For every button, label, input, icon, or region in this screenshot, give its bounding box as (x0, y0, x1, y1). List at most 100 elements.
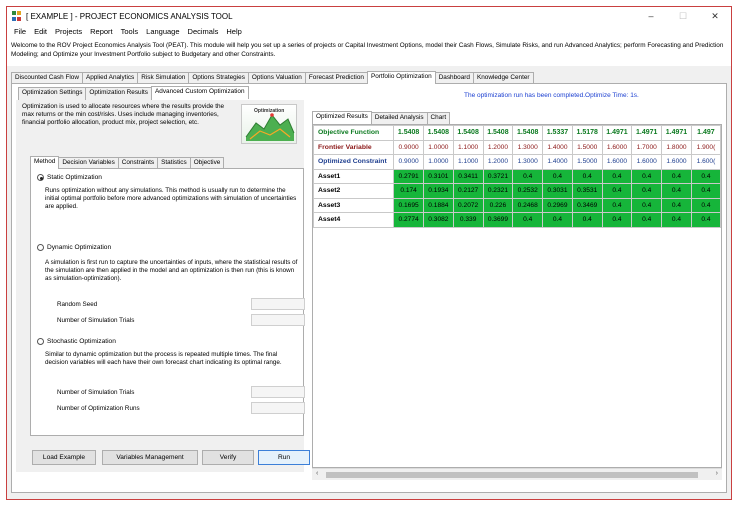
table-cell[interactable]: 1.0000 (422, 139, 454, 155)
table-cell[interactable]: 0.2774 (393, 212, 424, 228)
maximize-icon[interactable]: ☐ (667, 7, 699, 25)
menu-projects[interactable]: Projects (51, 27, 86, 36)
scrollbar-thumb[interactable] (326, 472, 698, 478)
table-cell[interactable]: 0.174 (393, 183, 424, 199)
table-cell[interactable]: 0.2532 (512, 183, 544, 199)
table-cell[interactable]: 1.3000 (512, 154, 544, 170)
table-cell[interactable]: 0.3531 (571, 183, 603, 199)
load-example-button[interactable]: Load Example (32, 450, 96, 465)
tab-optimized-results[interactable]: Optimized Results (312, 111, 372, 124)
table-cell[interactable]: 0.4 (690, 183, 721, 199)
optimization-runs-input[interactable] (251, 402, 305, 414)
table-cell[interactable]: 1.2000 (482, 154, 514, 170)
table-cell[interactable]: 0.4 (661, 183, 692, 199)
table-cell[interactable]: 1.6000 (601, 154, 633, 170)
menu-tools[interactable]: Tools (117, 27, 143, 36)
table-cell[interactable]: 0.4 (661, 168, 692, 184)
table-cell[interactable]: 1.0000 (422, 154, 454, 170)
table-cell[interactable]: 0.3411 (452, 168, 484, 184)
random-seed-input[interactable] (251, 298, 305, 310)
table-cell[interactable]: 1.5178 (571, 125, 603, 141)
table-cell[interactable]: 0.3101 (422, 168, 454, 184)
table-cell[interactable]: 1.4971 (631, 125, 663, 141)
stochastic-trials-input[interactable] (251, 386, 305, 398)
table-cell[interactable]: 0.3031 (542, 183, 573, 199)
stochastic-optimization-option[interactable]: Stochastic Optimization (37, 338, 116, 345)
menu-report[interactable]: Report (86, 27, 117, 36)
table-cell[interactable]: 0.2468 (512, 197, 544, 213)
table-cell[interactable]: 1.6000 (661, 154, 692, 170)
table-cell[interactable]: 1.4971 (601, 125, 633, 141)
table-cell[interactable]: 0.1934 (422, 183, 454, 199)
table-cell[interactable]: 0.1884 (422, 197, 454, 213)
table-cell[interactable]: 0.3699 (482, 212, 514, 228)
table-cell[interactable]: 1.4000 (542, 154, 573, 170)
tab-portfolio-optimization[interactable]: Portfolio Optimization (366, 71, 436, 84)
table-cell[interactable]: 0.4 (661, 197, 692, 213)
tab-optimization-settings[interactable]: Optimization Settings (18, 87, 87, 100)
menu-language[interactable]: Language (142, 27, 183, 36)
table-cell[interactable]: 0.4 (631, 168, 663, 184)
scroll-right-icon[interactable]: › (716, 470, 718, 477)
table-cell[interactable]: 0.3082 (422, 212, 454, 228)
table-cell[interactable]: 1.6000 (631, 154, 663, 170)
menu-file[interactable]: File (10, 27, 30, 36)
table-cell[interactable]: 0.4 (631, 183, 663, 199)
table-cell[interactable]: 1.5000 (571, 154, 603, 170)
table-cell[interactable]: 1.7000 (631, 139, 663, 155)
table-cell[interactable]: 0.1695 (393, 197, 424, 213)
table-cell[interactable]: 1.5408 (422, 125, 454, 141)
stochastic-radio[interactable] (37, 338, 44, 345)
table-cell[interactable]: 0.2969 (542, 197, 573, 213)
table-cell[interactable]: 0.2321 (482, 183, 514, 199)
dynamic-trials-input[interactable] (251, 314, 305, 326)
table-cell[interactable]: 0.339 (452, 212, 484, 228)
results-grid[interactable]: Objective Function 1.5408 1.5408 1.5408 1.54… (312, 124, 722, 468)
table-cell[interactable]: 1.3000 (512, 139, 544, 155)
tab-method[interactable]: Method (30, 156, 60, 169)
menu-help[interactable]: Help (222, 27, 245, 36)
scroll-left-icon[interactable]: ‹ (316, 470, 318, 477)
table-cell[interactable]: 0.2791 (393, 168, 424, 184)
table-cell[interactable]: 0.4 (512, 168, 544, 184)
table-cell[interactable]: 0.9000 (393, 139, 424, 155)
table-cell[interactable]: 0.4 (690, 197, 721, 213)
table-cell[interactable]: 1.5408 (452, 125, 484, 141)
table-cell[interactable]: 1.5408 (482, 125, 514, 141)
horizontal-scrollbar[interactable]: ‹ › (312, 468, 722, 480)
table-cell[interactable]: 1.4000 (542, 139, 573, 155)
table-cell[interactable]: 1.4971 (661, 125, 692, 141)
table-cell[interactable]: 1.5408 (393, 125, 424, 141)
run-button[interactable]: Run (258, 450, 310, 465)
minimize-icon[interactable]: – (635, 7, 667, 25)
table-cell[interactable]: 0.2072 (452, 197, 484, 213)
tab-advanced-custom-optimization[interactable]: Advanced Custom Optimization (151, 86, 249, 99)
table-cell[interactable]: 0.4 (601, 168, 633, 184)
table-cell[interactable]: 1.497 (690, 125, 721, 141)
table-cell[interactable]: 0.4 (631, 197, 663, 213)
table-cell[interactable]: 0.4 (571, 168, 603, 184)
table-cell[interactable]: 1.1000 (452, 154, 484, 170)
table-cell[interactable]: 1.5408 (512, 125, 544, 141)
table-cell[interactable]: 1.6000 (601, 139, 633, 155)
table-cell[interactable]: 0.4 (601, 197, 633, 213)
table-cell[interactable]: 1.5337 (542, 125, 573, 141)
table-cell[interactable]: 0.9000 (393, 154, 424, 170)
table-cell[interactable]: 0.4 (542, 168, 573, 184)
table-cell[interactable]: 0.4 (512, 212, 544, 228)
table-cell[interactable]: 0.4 (690, 168, 721, 184)
tab-optimization-results[interactable]: Optimization Results (85, 87, 152, 100)
table-cell[interactable]: 0.4 (542, 212, 573, 228)
dynamic-radio[interactable] (37, 244, 44, 251)
dynamic-optimization-option[interactable]: Dynamic Optimization (37, 244, 111, 251)
menu-decimals[interactable]: Decimals (184, 27, 223, 36)
close-icon[interactable]: ✕ (699, 7, 731, 25)
static-radio[interactable] (37, 174, 44, 181)
table-cell[interactable]: 0.3469 (571, 197, 603, 213)
menu-edit[interactable]: Edit (30, 27, 51, 36)
variables-management-button[interactable]: Variables Management (102, 450, 198, 465)
table-cell[interactable]: 1.2000 (482, 139, 514, 155)
table-cell[interactable]: 1.600( (690, 154, 721, 170)
table-cell[interactable]: 0.4 (631, 212, 663, 228)
table-cell[interactable]: 0.4 (690, 212, 721, 228)
